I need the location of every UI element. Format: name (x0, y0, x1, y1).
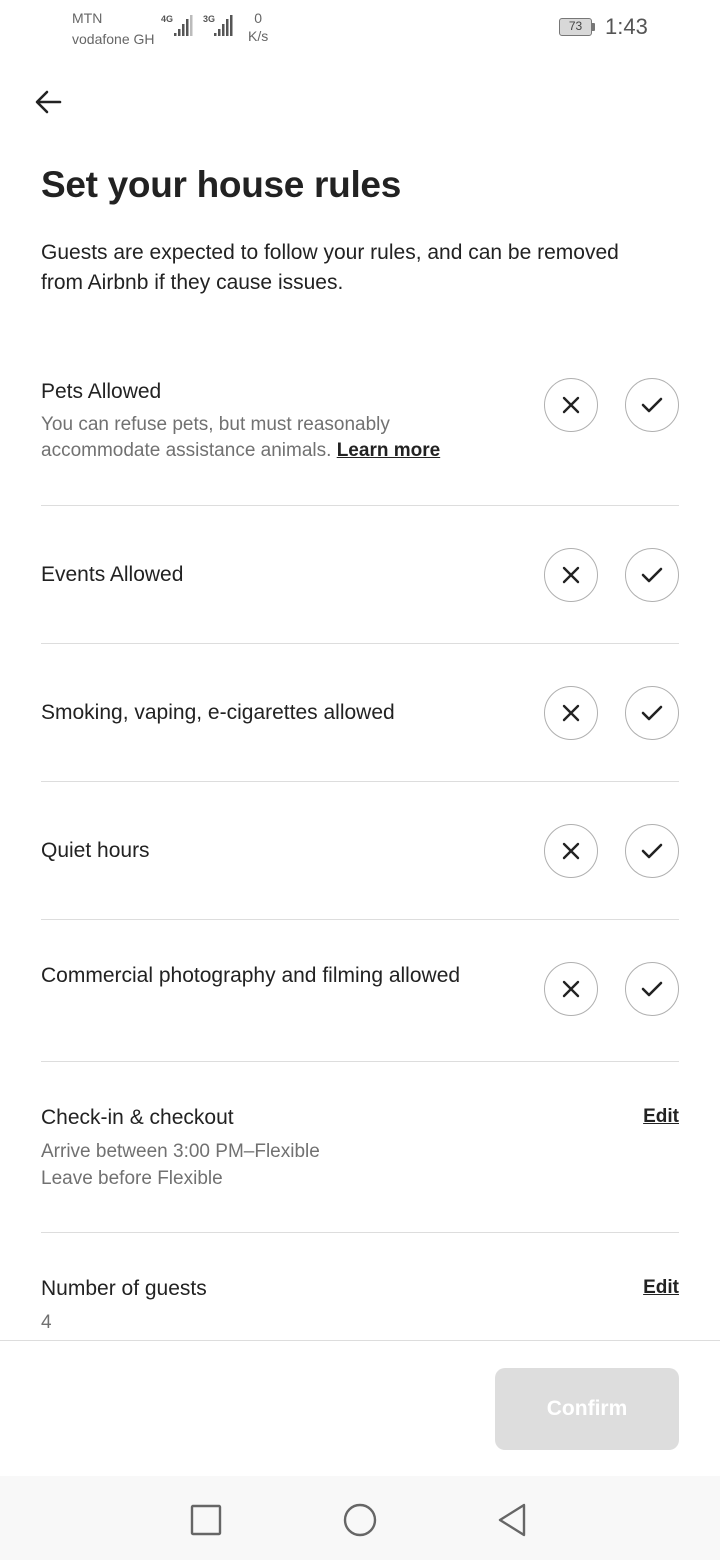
triangle-back-icon (498, 1503, 526, 1537)
guests-section: Number of guests Edit 4 (41, 1234, 679, 1340)
status-time: 1:43 (605, 14, 648, 39)
photography-no-button[interactable] (544, 962, 598, 1016)
check-icon (641, 843, 663, 859)
divider (41, 781, 679, 782)
rule-label: Smoking, vaping, e-cigarettes allowed (41, 701, 395, 724)
close-icon (562, 566, 580, 584)
guests-edit-link[interactable]: Edit (643, 1277, 679, 1299)
check-icon (641, 567, 663, 583)
square-icon (190, 1504, 222, 1536)
battery-level: 73 (568, 19, 583, 33)
home-button[interactable] (338, 1498, 382, 1542)
checkin-edit-link[interactable]: Edit (643, 1106, 679, 1128)
check-icon (641, 397, 663, 413)
events-no-button[interactable] (544, 548, 598, 602)
close-icon (562, 842, 580, 860)
divider (41, 505, 679, 506)
carrier-info: MTN vodafone GH (72, 8, 155, 50)
pets-no-button[interactable] (544, 378, 598, 432)
events-yes-button[interactable] (625, 548, 679, 602)
checkin-label: Check-in & checkout (41, 1106, 234, 1129)
learn-more-link[interactable]: Learn more (337, 440, 440, 461)
check-icon (641, 981, 663, 997)
status-bar: MTN vodafone GH 4G 3G 0 K/s 73 1:43 (0, 0, 720, 56)
pets-yes-button[interactable] (625, 378, 679, 432)
smoking-yes-button[interactable] (625, 686, 679, 740)
rule-row-commercial-photography: Commercial photography and filming allow… (41, 921, 679, 1063)
system-nav-bar (0, 1476, 720, 1560)
signal-4g-icon: 4G (160, 14, 196, 43)
checkin-section: Check-in & checkout Edit Arrive between … (41, 1063, 679, 1234)
rule-row-events: Events Allowed (41, 507, 679, 645)
rule-row-smoking: Smoking, vaping, e-cigarettes allowed (41, 645, 679, 783)
checkin-leave-text: Leave before Flexible (41, 1168, 223, 1189)
rule-row-quiet-hours: Quiet hours (41, 783, 679, 921)
confirm-button[interactable]: Confirm (495, 1368, 679, 1450)
page-title: Set your house rules (41, 164, 401, 205)
divider (41, 1061, 679, 1062)
divider (41, 1232, 679, 1233)
rule-label: Quiet hours (41, 839, 150, 862)
close-icon (562, 704, 580, 722)
guests-value: 4 (41, 1312, 52, 1333)
rule-description: You can refuse pets, but must reasonably… (41, 414, 441, 461)
carrier-2: vodafone GH (72, 31, 155, 47)
divider (41, 919, 679, 920)
footer-bar: Confirm (0, 1340, 720, 1476)
close-icon (562, 980, 580, 998)
battery-icon: 73 (559, 18, 595, 36)
check-icon (641, 705, 663, 721)
arrow-left-icon (35, 90, 62, 114)
back-button[interactable] (26, 82, 70, 122)
rule-label: Commercial photography and filming allow… (41, 964, 461, 987)
page-subtitle: Guests are expected to follow your rules… (41, 241, 619, 294)
rule-label: Events Allowed (41, 563, 184, 586)
smoking-no-button[interactable] (544, 686, 598, 740)
network-speed: 0 K/s (248, 10, 269, 44)
quiet-hours-yes-button[interactable] (625, 824, 679, 878)
close-icon (562, 396, 580, 414)
signal-3g-icon: 3G (200, 14, 240, 43)
carrier-1: MTN (72, 10, 103, 26)
rule-row-pets: Pets Allowed You can refuse pets, but mu… (41, 370, 679, 507)
circle-icon (343, 1503, 377, 1537)
quiet-hours-no-button[interactable] (544, 824, 598, 878)
photography-yes-button[interactable] (625, 962, 679, 1016)
recent-apps-button[interactable] (184, 1498, 228, 1542)
back-nav-button[interactable] (490, 1498, 534, 1542)
guests-label: Number of guests (41, 1277, 207, 1300)
divider (41, 643, 679, 644)
checkin-arrive-text: Arrive between 3:00 PM–Flexible (41, 1141, 320, 1162)
rule-label: Pets Allowed (41, 380, 162, 403)
